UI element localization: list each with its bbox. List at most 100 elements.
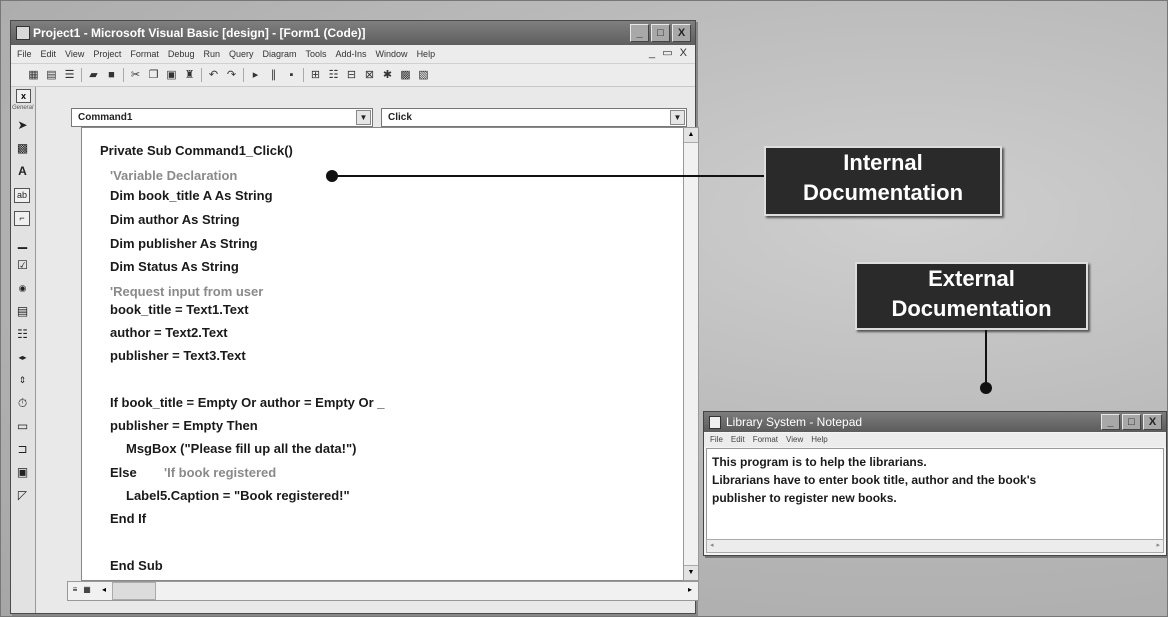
object-browser-icon[interactable]: ⊠	[363, 69, 376, 81]
label-tool-icon[interactable]: A	[14, 163, 31, 180]
pointer-tool-icon[interactable]: ➤	[14, 117, 31, 134]
chevron-down-icon[interactable]: ▼	[356, 110, 371, 125]
minimize-button[interactable]: _	[1101, 414, 1120, 430]
dirlistbox-tool-icon[interactable]: ⊐	[14, 441, 31, 458]
scroll-left-icon[interactable]: ◂	[98, 582, 110, 598]
full-module-view-icon[interactable]: ▦	[82, 582, 92, 598]
code-line[interactable]: publisher = Text3.Text	[110, 348, 246, 363]
toolbox-close-icon[interactable]: x	[16, 89, 31, 103]
menu-run[interactable]: Run	[203, 49, 220, 59]
notepad-text-line[interactable]: This program is to help the librarians.	[712, 453, 1158, 471]
timer-tool-icon[interactable]: ⏱	[14, 395, 31, 412]
component-manager-icon[interactable]: ▧	[417, 69, 430, 81]
notepad-app-icon[interactable]	[709, 416, 721, 429]
copy-icon[interactable]: ❐	[147, 69, 160, 81]
optionbutton-tool-icon[interactable]: ◉	[14, 280, 31, 297]
code-line[interactable]: publisher = Empty Then	[110, 418, 258, 433]
close-button[interactable]: X	[1143, 414, 1162, 430]
redo-icon[interactable]: ↷	[225, 69, 238, 81]
code-line[interactable]: Dim Status As String	[110, 259, 239, 274]
picturebox-tool-icon[interactable]: ▩	[14, 140, 31, 157]
notepad-menu-help[interactable]: Help	[811, 433, 827, 447]
menu-help[interactable]: Help	[417, 49, 436, 59]
paste-icon[interactable]: ▣	[165, 69, 178, 81]
notepad-text-area[interactable]: This program is to help the librarians. …	[706, 448, 1164, 546]
drivelistbox-tool-icon[interactable]: ▭	[14, 418, 31, 435]
code-comment[interactable]: 'Request input from user	[110, 284, 263, 299]
chevron-down-icon[interactable]: ▼	[670, 110, 685, 125]
menu-debug[interactable]: Debug	[168, 49, 195, 59]
code-comment[interactable]: 'Variable Declaration	[110, 168, 237, 183]
checkbox-tool-icon[interactable]: ☑	[14, 257, 31, 274]
commandbutton-tool-icon[interactable]: ▁	[14, 234, 31, 251]
combobox-tool-icon[interactable]: ▤	[14, 303, 31, 320]
filelistbox-tool-icon[interactable]: ▣	[14, 464, 31, 481]
code-line[interactable]: MsgBox ("Please fill up all the data!")	[126, 441, 356, 456]
open-project-icon[interactable]: ▰	[87, 69, 100, 81]
procedure-combo[interactable]: Click ▼	[381, 108, 687, 127]
cut-icon[interactable]: ✂	[129, 69, 142, 81]
menu-view[interactable]: View	[65, 49, 84, 59]
code-line[interactable]: Dim publisher As String	[110, 236, 258, 251]
notepad-title-bar[interactable]: Library System - Notepad _ □ X	[704, 412, 1166, 432]
menu-file[interactable]: File	[17, 49, 32, 59]
code-line[interactable]: If book_title = Empty Or author = Empty …	[110, 395, 385, 410]
notepad-menu-edit[interactable]: Edit	[731, 433, 745, 447]
find-icon[interactable]: ♜	[183, 69, 196, 81]
menu-editor-icon[interactable]: ☰	[63, 69, 76, 81]
project-explorer-icon[interactable]: ⊞	[309, 69, 322, 81]
shape-tool-icon[interactable]: ◸	[14, 487, 31, 504]
scroll-up-icon[interactable]: ▲	[684, 128, 698, 143]
toolbox-icon[interactable]: ✱	[381, 69, 394, 81]
code-line[interactable]: Else	[110, 465, 137, 480]
close-button[interactable]: X	[672, 24, 691, 42]
code-editor[interactable]: Private Sub Command1_Click() 'Variable D…	[81, 127, 684, 581]
menu-tools[interactable]: Tools	[306, 49, 327, 59]
menu-diagram[interactable]: Diagram	[262, 49, 296, 59]
listbox-tool-icon[interactable]: ☷	[14, 326, 31, 343]
notepad-text-line[interactable]: publisher to register new books.	[712, 489, 1158, 507]
procedure-view-icon[interactable]: ≡	[70, 582, 80, 598]
code-line[interactable]: End Sub	[110, 558, 163, 573]
save-project-icon[interactable]: ■	[105, 69, 118, 81]
notepad-text-line[interactable]: Librarians have to enter book title, aut…	[712, 471, 1158, 489]
hscrollbar-tool-icon[interactable]: ◂▸	[14, 349, 31, 366]
end-icon[interactable]: ▪	[285, 69, 298, 81]
vscrollbar-tool-icon[interactable]: ⇕	[14, 372, 31, 389]
object-combo[interactable]: Command1 ▼	[71, 108, 373, 127]
scroll-right-icon[interactable]: ▸	[1156, 540, 1160, 552]
code-line[interactable]: Label5.Caption = "Book registered!"	[126, 488, 350, 503]
add-form-icon[interactable]: ▤	[45, 69, 58, 81]
menu-query[interactable]: Query	[229, 49, 254, 59]
frame-tool-icon[interactable]: ⌐	[14, 211, 30, 226]
minimize-button[interactable]: _	[630, 24, 649, 42]
form-layout-icon[interactable]: ⊟	[345, 69, 358, 81]
notepad-menu-file[interactable]: File	[710, 433, 723, 447]
start-icon[interactable]: ▸	[249, 69, 262, 81]
notepad-menu-format[interactable]: Format	[753, 433, 778, 447]
menu-edit[interactable]: Edit	[41, 49, 57, 59]
notepad-menu-view[interactable]: View	[786, 433, 803, 447]
scroll-down-icon[interactable]: ▼	[684, 565, 698, 580]
menu-window[interactable]: Window	[376, 49, 408, 59]
menu-add-ins[interactable]: Add-Ins	[336, 49, 367, 59]
scroll-right-icon[interactable]: ▸	[684, 582, 696, 598]
vb-app-icon[interactable]	[16, 26, 30, 40]
maximize-button[interactable]: □	[1122, 414, 1141, 430]
code-vertical-scrollbar[interactable]: ▲ ▼	[683, 127, 699, 581]
textbox-tool-icon[interactable]: ab	[14, 188, 30, 203]
code-line[interactable]: book_title = Text1.Text	[110, 302, 249, 317]
code-line[interactable]: author = Text2.Text	[110, 325, 228, 340]
code-comment[interactable]: 'If book registered	[164, 465, 276, 480]
code-line[interactable]: End If	[110, 511, 146, 526]
vb-title-bar[interactable]: Project1 - Microsoft Visual Basic [desig…	[11, 21, 695, 45]
menu-format[interactable]: Format	[130, 49, 159, 59]
code-line[interactable]: Private Sub Command1_Click()	[100, 143, 293, 158]
data-view-icon[interactable]: ▩	[399, 69, 412, 81]
break-icon[interactable]: ∥	[267, 69, 280, 81]
mdi-window-buttons[interactable]: _ ▭ X	[649, 46, 689, 59]
scroll-thumb[interactable]	[112, 582, 156, 600]
maximize-button[interactable]: □	[651, 24, 670, 42]
code-horizontal-scrollbar[interactable]: ≡ ▦ ◂ ▸	[67, 581, 699, 601]
properties-window-icon[interactable]: ☷	[327, 69, 340, 81]
